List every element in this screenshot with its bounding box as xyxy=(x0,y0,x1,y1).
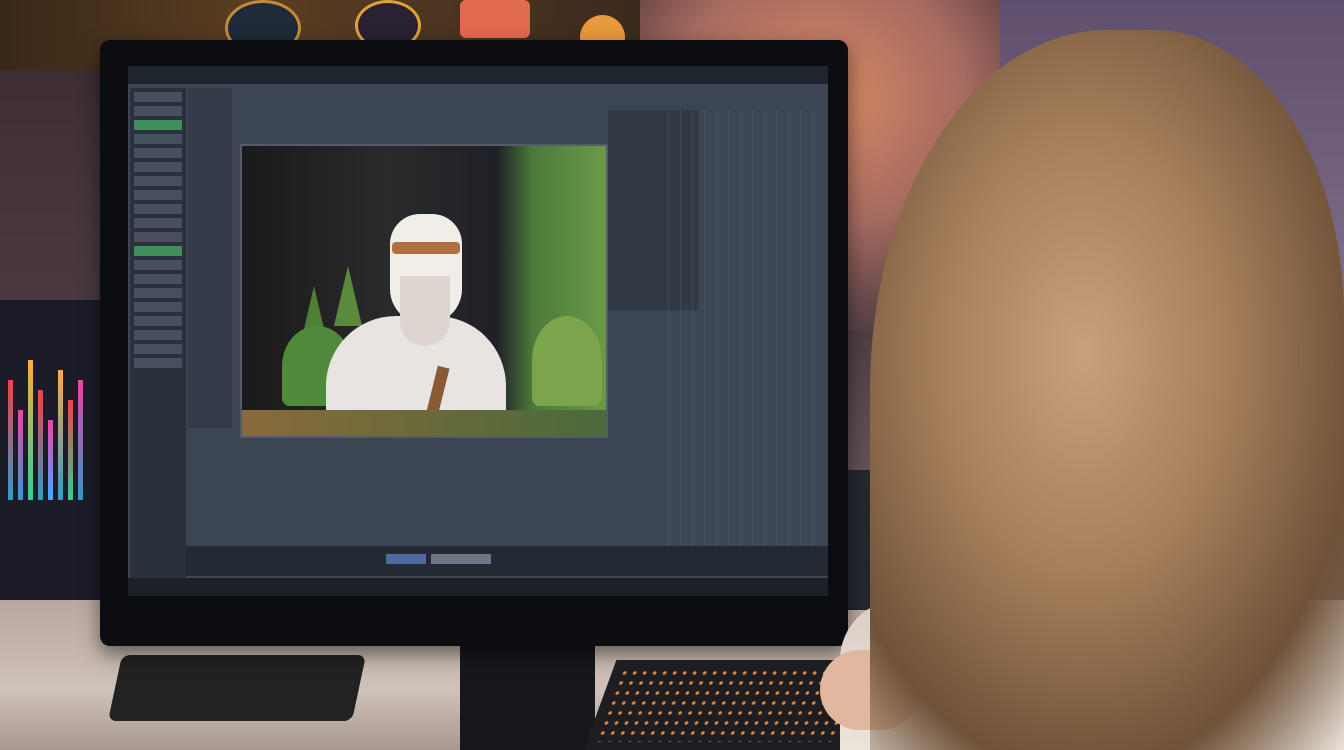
track-grid xyxy=(668,110,818,550)
person-hair xyxy=(870,30,1344,750)
character-beard xyxy=(400,276,450,346)
photo-scene xyxy=(0,0,1344,750)
lamp-light xyxy=(460,0,530,38)
editor-menubar xyxy=(128,66,828,84)
tree-shape xyxy=(334,266,362,326)
video-editor-screen xyxy=(128,66,828,596)
bush-shape xyxy=(532,316,602,406)
properties-panel xyxy=(188,88,232,428)
ground-strip xyxy=(242,410,606,436)
preview-viewport xyxy=(240,144,608,438)
status-bar xyxy=(128,578,828,596)
control-keypad xyxy=(107,655,367,721)
layers-panel xyxy=(130,88,186,588)
timeline xyxy=(186,546,828,576)
audio-meter-rack xyxy=(0,300,100,600)
character-headband xyxy=(392,242,460,254)
